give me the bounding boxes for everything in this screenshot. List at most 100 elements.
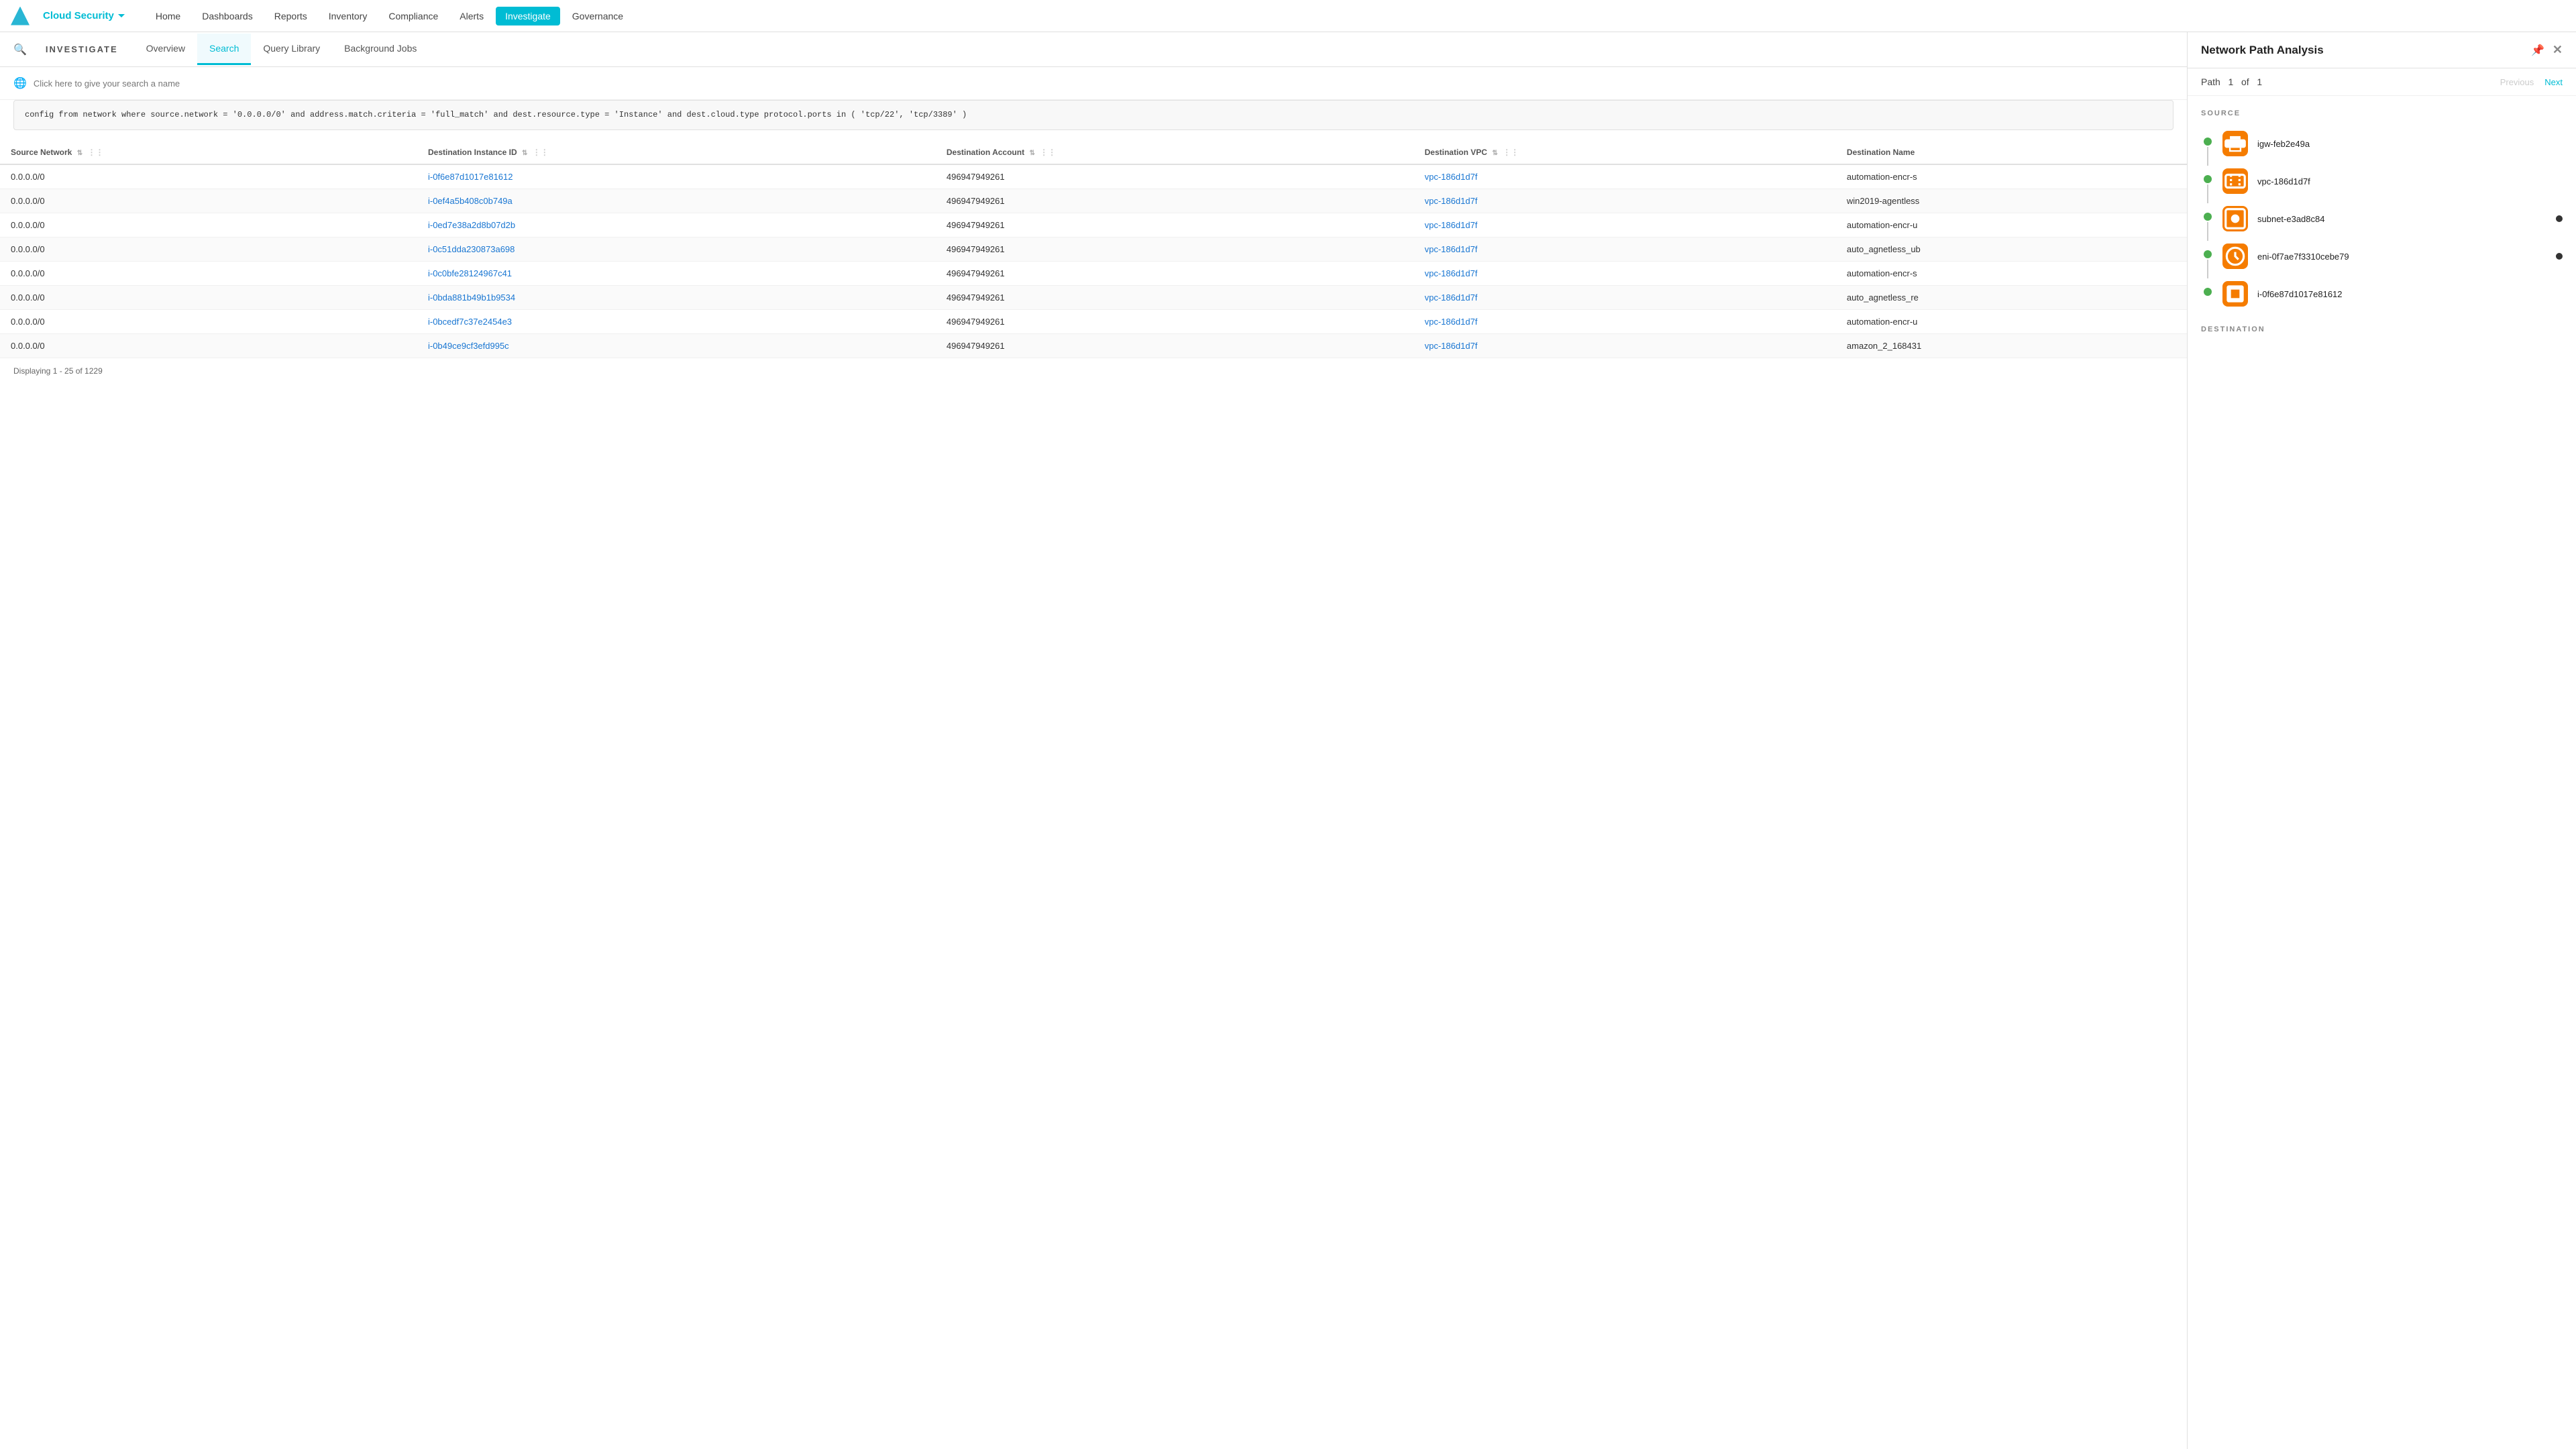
dest-vpc-link[interactable]: vpc-186d1d7f — [1425, 292, 1478, 303]
nav-investigate[interactable]: Investigate — [496, 7, 560, 25]
query-box[interactable]: config from network where source.network… — [13, 100, 2174, 130]
right-panel-title: Network Path Analysis — [2201, 44, 2324, 57]
cloud-security-button[interactable]: Cloud Security — [38, 7, 130, 24]
cell-dest-instance: i-0c0bfe28124967c41 — [417, 262, 936, 286]
table-body: 0.0.0.0/0 i-0f6e87d1017e81612 4969479492… — [0, 164, 2187, 358]
cell-source-network: 0.0.0.0/0 — [0, 189, 417, 213]
node-right-dot — [2556, 253, 2563, 260]
path-info: Path 1 of 1 Previous Next — [2188, 68, 2576, 96]
connector-line — [2207, 147, 2208, 166]
cell-dest-instance: i-0f6e87d1017e81612 — [417, 164, 936, 189]
path-node-wrapper: vpc-186d1d7f — [2201, 166, 2563, 203]
cell-dest-account: 496947949261 — [936, 286, 1414, 310]
drag-icon-dest-account[interactable]: ⋮⋮ — [1040, 148, 1056, 157]
drag-icon-dest-instance[interactable]: ⋮⋮ — [533, 148, 549, 157]
search-name-placeholder[interactable]: Click here to give your search a name — [34, 78, 180, 89]
drag-icon-source[interactable]: ⋮⋮ — [87, 148, 103, 157]
dest-vpc-link[interactable]: vpc-186d1d7f — [1425, 341, 1478, 351]
cell-dest-name: auto_agnetless_re — [1836, 286, 2187, 310]
dest-vpc-link[interactable]: vpc-186d1d7f — [1425, 244, 1478, 254]
node-icon-instance[interactable] — [2222, 281, 2248, 307]
col-dest-vpc: Destination VPC ⇅ ⋮⋮ — [1414, 141, 1836, 164]
node-content: vpc-186d1d7f — [2222, 166, 2563, 197]
source-section-label: SOURCE — [2201, 109, 2563, 117]
node-label: vpc-186d1d7f — [2257, 176, 2563, 186]
nav-alerts[interactable]: Alerts — [450, 7, 493, 25]
cell-dest-name: automation-encr-s — [1836, 164, 2187, 189]
nav-reports[interactable]: Reports — [265, 7, 317, 25]
table-row: 0.0.0.0/0 i-0f6e87d1017e81612 4969479492… — [0, 164, 2187, 189]
dest-instance-link[interactable]: i-0c0bfe28124967c41 — [428, 268, 512, 278]
dest-instance-link[interactable]: i-0bcedf7c37e2454e3 — [428, 317, 512, 327]
node-right-dot — [2556, 215, 2563, 222]
cell-dest-vpc: vpc-186d1d7f — [1414, 310, 1836, 334]
table-row: 0.0.0.0/0 i-0c0bfe28124967c41 4969479492… — [0, 262, 2187, 286]
table-row: 0.0.0.0/0 i-0b49ce9cf3efd995c 4969479492… — [0, 334, 2187, 358]
tab-background-jobs[interactable]: Background Jobs — [332, 34, 429, 65]
connector-dot — [2204, 250, 2212, 258]
cell-source-network: 0.0.0.0/0 — [0, 262, 417, 286]
path-navigation: Previous Next — [2500, 77, 2563, 87]
tab-overview[interactable]: Overview — [134, 34, 197, 65]
connector-col — [2201, 166, 2214, 203]
tab-query-library[interactable]: Query Library — [251, 34, 332, 65]
node-icon-igw[interactable] — [2222, 131, 2248, 156]
cell-dest-instance: i-0bcedf7c37e2454e3 — [417, 310, 936, 334]
cell-dest-name: win2019-agentless — [1836, 189, 2187, 213]
close-icon[interactable]: ✕ — [2553, 43, 2563, 57]
sort-icon-dest-instance[interactable]: ⇅ — [522, 150, 527, 157]
pin-icon[interactable]: 📌 — [2531, 44, 2544, 57]
cell-dest-name: amazon_2_168431 — [1836, 334, 2187, 358]
cell-dest-account: 496947949261 — [936, 213, 1414, 237]
tab-bar: Overview Search Query Library Background… — [134, 34, 429, 65]
node-icon-vpc[interactable] — [2222, 168, 2248, 194]
node-icon-eni[interactable] — [2222, 244, 2248, 269]
dest-instance-link[interactable]: i-0c51dda230873a698 — [428, 244, 515, 254]
investigate-title: INVESTIGATE — [46, 44, 118, 54]
path-total: 1 — [2257, 76, 2262, 87]
dest-vpc-link[interactable]: vpc-186d1d7f — [1425, 317, 1478, 327]
dest-vpc-link[interactable]: vpc-186d1d7f — [1425, 220, 1478, 230]
table-row: 0.0.0.0/0 i-0bda881b49b1b9534 4969479492… — [0, 286, 2187, 310]
tab-search[interactable]: Search — [197, 34, 251, 65]
globe-icon: 🌐 — [13, 76, 27, 90]
sort-icon-source[interactable]: ⇅ — [77, 150, 83, 157]
cell-dest-account: 496947949261 — [936, 334, 1414, 358]
cell-dest-vpc: vpc-186d1d7f — [1414, 262, 1836, 286]
table-header-row: Source Network ⇅ ⋮⋮ Destination Instance… — [0, 141, 2187, 164]
dest-vpc-link[interactable]: vpc-186d1d7f — [1425, 172, 1478, 182]
connector-line — [2207, 222, 2208, 241]
cell-source-network: 0.0.0.0/0 — [0, 164, 417, 189]
cell-dest-vpc: vpc-186d1d7f — [1414, 334, 1836, 358]
dest-vpc-link[interactable]: vpc-186d1d7f — [1425, 268, 1478, 278]
cell-dest-account: 496947949261 — [936, 189, 1414, 213]
sort-icon-dest-account[interactable]: ⇅ — [1029, 150, 1034, 157]
dest-instance-link[interactable]: i-0ef4a5b408c0b749a — [428, 196, 513, 206]
node-content: i-0f6e87d1017e81612 — [2222, 278, 2563, 309]
cell-dest-instance: i-0ef4a5b408c0b749a — [417, 189, 936, 213]
logo-icon — [11, 7, 30, 25]
sort-icon-dest-vpc[interactable]: ⇅ — [1492, 150, 1497, 157]
destination-section: DESTINATION — [2201, 325, 2563, 333]
dest-instance-link[interactable]: i-0f6e87d1017e81612 — [428, 172, 513, 182]
dest-instance-link[interactable]: i-0bda881b49b1b9534 — [428, 292, 515, 303]
node-icon-subnet[interactable] — [2222, 206, 2248, 231]
nav-compliance[interactable]: Compliance — [379, 7, 447, 25]
dest-instance-link[interactable]: i-0b49ce9cf3efd995c — [428, 341, 509, 351]
table-row: 0.0.0.0/0 i-0bcedf7c37e2454e3 4969479492… — [0, 310, 2187, 334]
nav-dashboards[interactable]: Dashboards — [193, 7, 262, 25]
dest-vpc-link[interactable]: vpc-186d1d7f — [1425, 196, 1478, 206]
nav-governance[interactable]: Governance — [563, 7, 633, 25]
cell-dest-account: 496947949261 — [936, 164, 1414, 189]
cell-source-network: 0.0.0.0/0 — [0, 213, 417, 237]
nav-inventory[interactable]: Inventory — [319, 7, 377, 25]
next-button[interactable]: Next — [2544, 77, 2563, 87]
nav-home[interactable]: Home — [146, 7, 190, 25]
right-panel: Network Path Analysis 📌 ✕ Path 1 of 1 Pr… — [2187, 32, 2576, 1449]
prev-button[interactable]: Previous — [2500, 77, 2534, 87]
dest-instance-link[interactable]: i-0ed7e38a2d8b07d2b — [428, 220, 515, 230]
cell-dest-account: 496947949261 — [936, 310, 1414, 334]
cell-dest-name: automation-encr-u — [1836, 213, 2187, 237]
drag-icon-dest-vpc[interactable]: ⋮⋮ — [1503, 148, 1519, 157]
query-text: config from network where source.network… — [25, 110, 967, 119]
